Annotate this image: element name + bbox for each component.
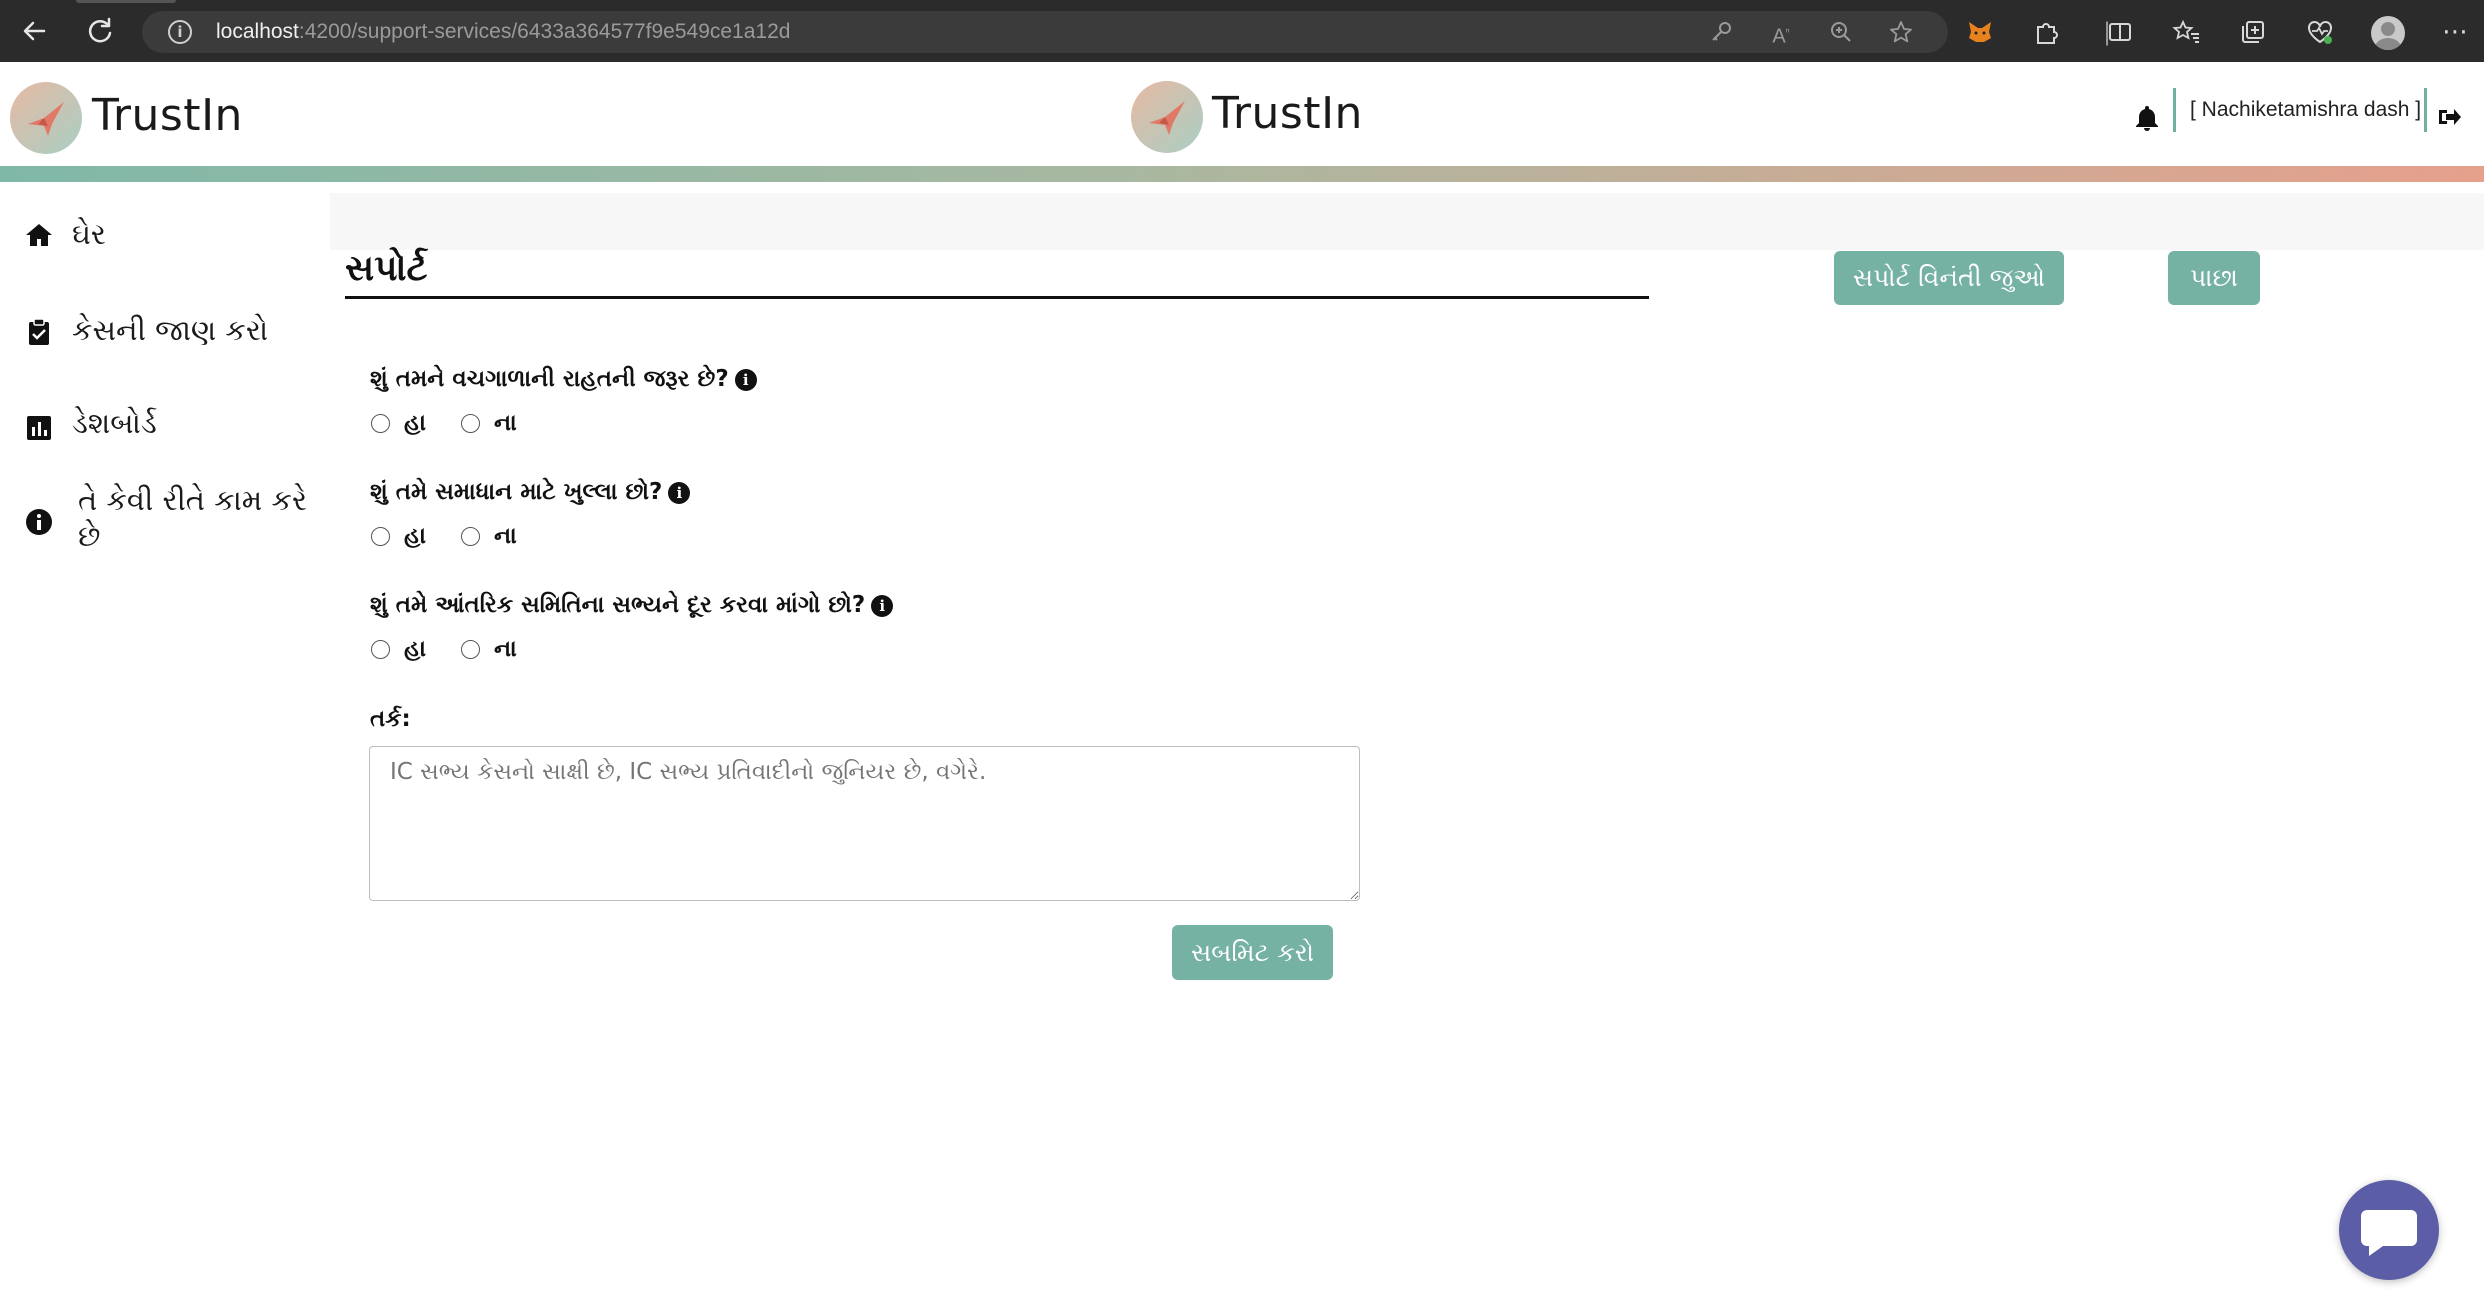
no-radio[interactable] bbox=[461, 414, 480, 433]
no-radio[interactable] bbox=[461, 640, 480, 659]
sidebar-item-label: કેસની જાણ કરો bbox=[72, 313, 269, 347]
url-path: :4200/support-services/6433a364577f9e549… bbox=[298, 20, 791, 43]
center-brand-name: TrustIn bbox=[1212, 88, 1363, 139]
logout-icon[interactable] bbox=[2436, 104, 2462, 130]
active-tab-indicator bbox=[76, 0, 176, 3]
submit-button[interactable]: સબમિટ કરો bbox=[1172, 925, 1333, 980]
question-text: શું તમને વચગાળાની રાહતની જરૂર છે? bbox=[370, 366, 729, 392]
reason-label: તર્ક: bbox=[370, 706, 411, 732]
info-tooltip-icon[interactable]: i bbox=[871, 594, 894, 617]
title-underline bbox=[345, 296, 1649, 299]
favorite-star-icon[interactable] bbox=[1888, 19, 1914, 45]
metamask-extension-icon[interactable] bbox=[1965, 17, 1995, 47]
no-label[interactable]: ના bbox=[494, 410, 517, 436]
key-icon[interactable] bbox=[1708, 19, 1734, 45]
question-interim-relief: શું તમને વચગાળાની રાહતની જરૂર છે? i bbox=[370, 366, 757, 392]
no-label[interactable]: ના bbox=[494, 523, 517, 549]
sidebar-item-label: ડેશબોર્ડ bbox=[72, 406, 157, 440]
yes-label[interactable]: હા bbox=[404, 636, 426, 662]
app-header: TrustIn TrustIn bbox=[0, 62, 2484, 166]
question-open-to-conciliation: શું તમે સમાધાન માટે ખુલ્લા છો? i bbox=[370, 479, 691, 505]
reload-icon[interactable] bbox=[83, 14, 117, 48]
browser-toolbar: i localhost:4200/support-services/6433a3… bbox=[0, 0, 2484, 62]
more-menu-icon[interactable]: ⋯ bbox=[2440, 17, 2470, 47]
content-top-strip bbox=[330, 193, 2484, 250]
info-tooltip-icon[interactable]: i bbox=[734, 368, 757, 391]
chart-icon bbox=[27, 416, 51, 440]
home-icon bbox=[26, 224, 52, 246]
favorites-list-icon[interactable] bbox=[2172, 17, 2202, 47]
center-logo-icon bbox=[1131, 81, 1203, 153]
yes-radio[interactable] bbox=[371, 414, 390, 433]
sidebar-item-label: ઘેર bbox=[72, 217, 106, 251]
brand-name[interactable]: TrustIn bbox=[92, 90, 243, 141]
split-screen-icon[interactable] bbox=[2105, 17, 2135, 47]
question-text: શું તમે આંતરિક સમિતિના સભ્યને દૂર કરવા મ… bbox=[370, 592, 866, 618]
no-label[interactable]: ના bbox=[494, 636, 517, 662]
chat-bubble-icon bbox=[2361, 1210, 2417, 1256]
health-heart-icon[interactable] bbox=[2305, 17, 2335, 47]
clipboard-check-icon bbox=[29, 318, 49, 345]
extensions-puzzle-icon[interactable] bbox=[2032, 17, 2062, 47]
profile-avatar-icon[interactable] bbox=[2371, 16, 2405, 50]
logo-icon[interactable] bbox=[10, 82, 82, 154]
header-gradient-bar bbox=[0, 166, 2484, 182]
collections-icon[interactable] bbox=[2238, 17, 2268, 47]
site-info-icon[interactable]: i bbox=[168, 20, 192, 44]
yes-radio[interactable] bbox=[371, 527, 390, 546]
address-bar[interactable]: i localhost:4200/support-services/6433a3… bbox=[142, 11, 1948, 53]
no-radio[interactable] bbox=[461, 527, 480, 546]
reason-textarea[interactable] bbox=[369, 746, 1360, 901]
url-host: localhost bbox=[216, 20, 299, 43]
back-arrow-icon[interactable] bbox=[17, 14, 51, 48]
info-icon bbox=[26, 509, 52, 535]
user-name[interactable]: [ Nachiketamishra dash ] bbox=[2190, 98, 2421, 122]
read-aloud-icon[interactable]: Aⁿ bbox=[1768, 19, 1794, 48]
page-title: સપોર્ટ bbox=[345, 248, 428, 289]
chat-widget-button[interactable] bbox=[2339, 1180, 2439, 1280]
back-button[interactable]: પાછા bbox=[2168, 251, 2260, 305]
question-text: શું તમે સમાધાન માટે ખુલ્લા છો? bbox=[370, 479, 663, 505]
notification-bell-icon[interactable] bbox=[2134, 104, 2160, 132]
yes-label[interactable]: હા bbox=[404, 523, 426, 549]
question-remove-ic-member: શું તમે આંતરિક સમિતિના સભ્યને દૂર કરવા મ… bbox=[370, 592, 894, 618]
yes-radio[interactable] bbox=[371, 640, 390, 659]
view-support-requests-button[interactable]: સપોર્ટ વિનંતી જુઓ bbox=[1834, 251, 2064, 305]
url-text[interactable]: localhost:4200/support-services/6433a364… bbox=[216, 20, 790, 44]
info-tooltip-icon[interactable]: i bbox=[668, 481, 691, 504]
header-divider bbox=[2424, 88, 2427, 132]
sidebar-item-label: તે કેવી રીતે કામ કરે છે bbox=[78, 483, 307, 553]
header-divider bbox=[2173, 88, 2176, 132]
yes-label[interactable]: હા bbox=[404, 410, 426, 436]
zoom-icon[interactable] bbox=[1828, 19, 1854, 45]
